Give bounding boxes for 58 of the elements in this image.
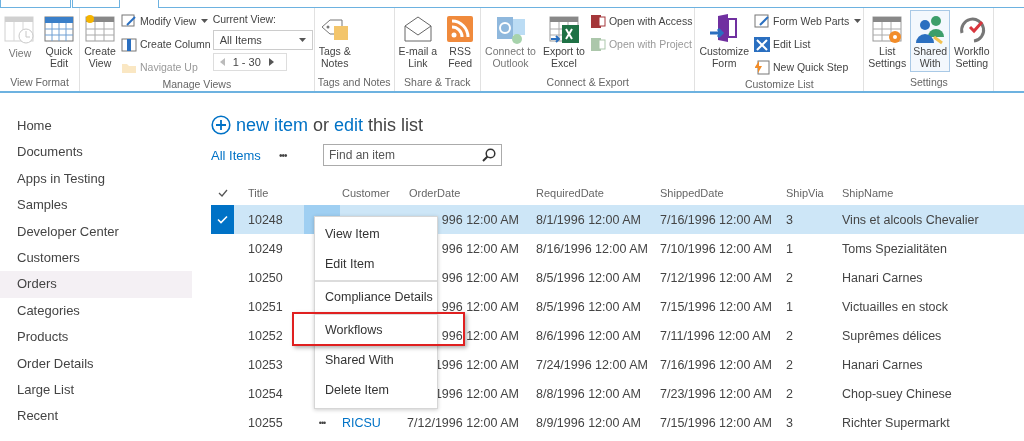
table-cell: 10252 xyxy=(248,328,283,343)
table-cell: 3 xyxy=(786,415,793,430)
table-cell: 10250 xyxy=(248,270,283,285)
table-cell: 2 xyxy=(786,357,793,372)
group-label: Settings xyxy=(908,75,949,90)
table-cell: 996 12:00 AM xyxy=(441,299,519,314)
group-label: Manage Views xyxy=(161,77,233,91)
table-cell: 1996 12:00 AM xyxy=(434,386,519,401)
table-cell: 8/9/1996 12:00 AM xyxy=(536,415,641,430)
table-cell: 10251 xyxy=(248,299,283,314)
table-cell: 7/15/1996 12:00 AM xyxy=(660,415,772,430)
table-cell: Toms Spezialitäten xyxy=(842,241,947,256)
table-cell: 10249 xyxy=(248,241,283,256)
heading-text: this list xyxy=(368,114,424,136)
table-cell: 10253 xyxy=(248,357,283,372)
table-cell: 8/6/1996 12:00 AM xyxy=(536,328,641,343)
table-cell: 7/23/1996 12:00 AM xyxy=(660,386,772,401)
table-cell: Suprêmes délices xyxy=(842,328,942,343)
table-cell: Richter Supermarkt xyxy=(842,415,950,430)
table-cell: Hanari Carnes xyxy=(842,270,923,285)
table-cell: 7/24/1996 12:00 AM xyxy=(536,357,648,372)
table-cell: 8/1/1996 12:00 AM xyxy=(536,212,641,227)
table-cell: 7/12/1996 12:00 AM xyxy=(660,270,772,285)
table-cell: 1996 12:00 AM xyxy=(434,357,519,372)
table-cell: Victuailles en stock xyxy=(842,299,949,314)
table-cell: 10255 xyxy=(248,415,283,430)
table-cell: Vins et alcools Chevalier xyxy=(842,212,979,227)
table-cell: 2 xyxy=(786,270,793,285)
table-cell: 1 xyxy=(786,241,793,256)
table-cell: 2 xyxy=(786,328,793,343)
group-label: Customize List xyxy=(743,77,815,91)
table-cell: 7/10/1996 12:00 AM xyxy=(660,241,772,256)
table-cell: 8/16/1996 12:00 AM xyxy=(536,241,648,256)
table-cell: 7/12/1996 12:00 AM xyxy=(407,415,519,430)
table-cell: 996 12:00 AM xyxy=(441,212,519,227)
table-cell: 7/16/1996 12:00 AM xyxy=(660,212,772,227)
current-view-label: Current View: xyxy=(212,13,278,27)
heading-text: or xyxy=(313,114,330,136)
table-cell: 996 12:00 AM xyxy=(441,241,519,256)
table-cell: 8/5/1996 12:00 AM xyxy=(536,299,641,314)
table-cell: 10248 xyxy=(248,212,283,227)
group-label: Connect & Export xyxy=(545,75,630,90)
table-cell: 10254 xyxy=(248,386,283,401)
table-cell: 2 xyxy=(786,386,793,401)
table-cell: 8/5/1996 12:00 AM xyxy=(536,270,641,285)
table-cell: 7/15/1996 12:00 AM xyxy=(660,299,772,314)
table-cell: Hanari Carnes xyxy=(842,357,923,372)
table-cell: 996 12:00 AM xyxy=(441,270,519,285)
table-cell: 7/16/1996 12:00 AM xyxy=(660,357,772,372)
table-cell: 7/11/1996 12:00 AM xyxy=(660,328,771,343)
table-cell: 3 xyxy=(786,212,793,227)
group-label: View Format xyxy=(9,75,70,90)
table-cell: Chop-suey Chinese xyxy=(842,386,952,401)
group-label: Tags and Notes xyxy=(316,75,392,90)
table-cell: 8/8/1996 12:00 AM xyxy=(536,386,641,401)
table-cell: 996 12:00 AM xyxy=(441,328,519,343)
group-label: Share & Track xyxy=(403,75,472,90)
table-cell: 1 xyxy=(786,299,793,314)
